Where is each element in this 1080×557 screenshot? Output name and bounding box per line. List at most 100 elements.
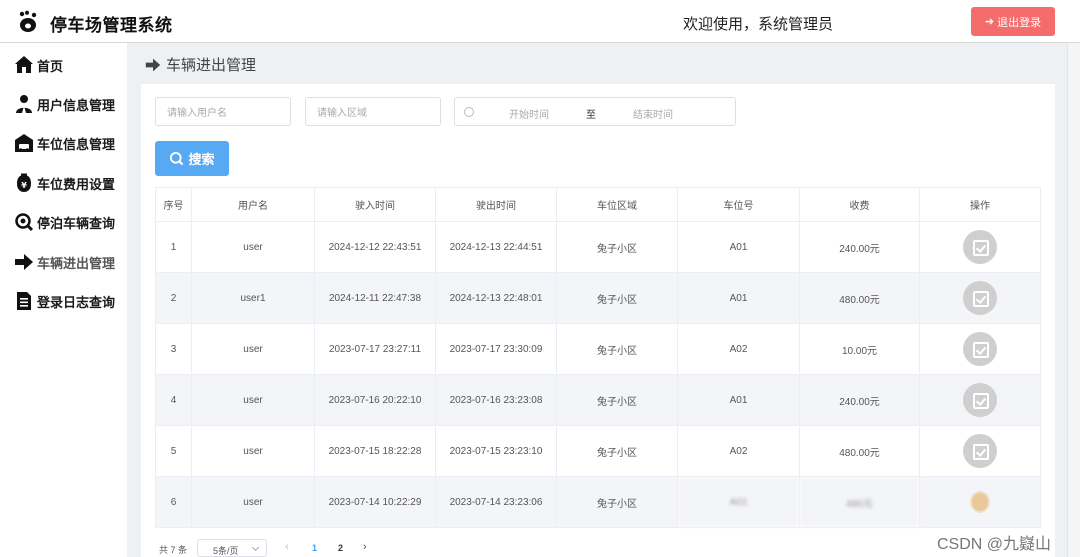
prev-page-icon[interactable]: ‹ bbox=[285, 541, 289, 553]
edit-icon[interactable] bbox=[963, 281, 997, 315]
column-header: 操作 bbox=[919, 187, 1041, 222]
table-row: 2 user1 2024-12-11 22:47:38 2024-12-13 2… bbox=[155, 272, 1041, 324]
fee-icon: ¥ bbox=[17, 173, 31, 192]
end-time-input[interactable]: 结束时间 bbox=[633, 106, 673, 121]
logout-button[interactable]: ➜ 退出登录 bbox=[971, 7, 1055, 36]
sidebar-item-label: 车位费用设置 bbox=[37, 176, 116, 192]
document-icon bbox=[17, 292, 31, 310]
cell-entry-time: 2023-07-14 10:22:29 bbox=[314, 476, 436, 528]
search-button-label: 搜索 bbox=[188, 152, 215, 167]
cell-entry-time: 2023-07-15 18:22:28 bbox=[314, 425, 436, 477]
cell-area: 兔子小区 bbox=[556, 425, 678, 477]
cell-fee: 240.00元 bbox=[799, 374, 920, 426]
logout-icon: ➜ bbox=[984, 16, 995, 28]
search-icon bbox=[15, 213, 34, 232]
cell-index: 2 bbox=[155, 272, 192, 324]
welcome-text: 欢迎使用，系统管理员 bbox=[683, 16, 834, 33]
sidebar-item-parked-vehicles[interactable]: 停泊车辆查询 bbox=[14, 210, 115, 234]
cell-exit-time: 2023-07-15 23:23:10 bbox=[435, 425, 557, 477]
cell-area: 兔子小区 bbox=[556, 272, 678, 324]
page-size-select[interactable]: 5条/页 bbox=[197, 539, 267, 557]
vertical-scrollbar[interactable] bbox=[1067, 43, 1080, 557]
page-number-2[interactable]: 2 bbox=[338, 543, 343, 553]
column-header: 驶入时间 bbox=[314, 187, 436, 222]
edit-icon[interactable] bbox=[963, 434, 997, 468]
column-header: 序号 bbox=[155, 187, 192, 222]
cell-action bbox=[919, 272, 1041, 324]
page-title-text: 车辆进出管理 bbox=[166, 57, 257, 74]
search-icon bbox=[170, 151, 184, 166]
sidebar-item-label: 用户信息管理 bbox=[37, 97, 116, 113]
cell-area: 兔子小区 bbox=[556, 476, 678, 528]
page-number-1[interactable]: 1 bbox=[312, 543, 317, 553]
cell-fee: 240.00元 bbox=[799, 221, 920, 273]
start-time-input[interactable]: 开始时间 bbox=[509, 106, 549, 121]
column-header: 驶出时间 bbox=[435, 187, 557, 222]
cell-action bbox=[919, 425, 1041, 477]
sidebar-item-label: 首页 bbox=[37, 58, 64, 74]
page-title: 车辆进出管理 bbox=[145, 54, 256, 75]
cell-username: user bbox=[191, 425, 315, 477]
table-row: 6 user 2023-07-14 10:22:29 2023-07-14 23… bbox=[155, 476, 1041, 528]
sidebar-item-label: 车辆进出管理 bbox=[37, 255, 116, 271]
sidebar-item-user-management[interactable]: 用户信息管理 bbox=[14, 92, 115, 116]
cell-spot: A02 bbox=[677, 425, 800, 477]
cell-index: 1 bbox=[155, 221, 192, 273]
cell-index: 3 bbox=[155, 323, 192, 375]
cell-entry-time: 2024-12-11 22:47:38 bbox=[314, 272, 436, 324]
edit-icon[interactable] bbox=[963, 383, 997, 417]
logo-icon bbox=[19, 10, 37, 32]
cell-action bbox=[919, 374, 1041, 426]
table-row: 1 user 2024-12-12 22:43:51 2024-12-13 22… bbox=[155, 221, 1041, 273]
table-row: 3 user 2023-07-17 23:27:11 2023-07-17 23… bbox=[155, 323, 1041, 375]
watermark: CSDN @九嶷山 bbox=[937, 536, 1052, 553]
date-range-picker[interactable]: 开始时间 至 结束时间 bbox=[454, 97, 736, 126]
sidebar-item-label: 车位信息管理 bbox=[37, 136, 116, 152]
cell-spot: A02 bbox=[677, 323, 800, 375]
edit-icon[interactable] bbox=[963, 230, 997, 264]
range-separator: 至 bbox=[586, 110, 596, 121]
cell-fee: 480.00元 bbox=[799, 425, 920, 477]
pagination-total: 共 7 条 bbox=[159, 545, 188, 555]
garage-icon bbox=[15, 134, 33, 152]
avatar[interactable] bbox=[970, 491, 990, 513]
svg-text:¥: ¥ bbox=[21, 181, 27, 190]
cell-username: user1 bbox=[191, 272, 315, 324]
user-icon bbox=[16, 95, 32, 113]
cell-action bbox=[919, 476, 1041, 528]
cell-username: user bbox=[191, 221, 315, 273]
cell-spot: A01 bbox=[677, 221, 800, 273]
cell-entry-time: 2023-07-16 20:22:10 bbox=[314, 374, 436, 426]
sidebar-item-fee-settings[interactable]: ¥ 车位费用设置 bbox=[14, 171, 115, 195]
cell-exit-time: 2023-07-16 23:23:08 bbox=[435, 374, 557, 426]
column-header: 用户名 bbox=[191, 187, 315, 222]
cell-area: 兔子小区 bbox=[556, 221, 678, 273]
cell-username: user bbox=[191, 374, 315, 426]
cell-exit-time: 2024-12-13 22:48:01 bbox=[435, 272, 557, 324]
edit-icon[interactable] bbox=[963, 332, 997, 366]
sidebar-item-home[interactable]: 首页 bbox=[14, 53, 63, 77]
top-header: 停车场管理系统 欢迎使用，系统管理员 ➜ 退出登录 bbox=[0, 0, 1080, 43]
arrow-right-icon bbox=[145, 58, 161, 71]
table-header-row: 序号 用户名 驶入时间 驶出时间 车位区域 车位号 收费 操作 bbox=[155, 187, 1041, 222]
next-page-icon[interactable]: › bbox=[363, 541, 367, 553]
column-header: 收费 bbox=[799, 187, 920, 222]
cell-index: 4 bbox=[155, 374, 192, 426]
sidebar-item-space-management[interactable]: 车位信息管理 bbox=[14, 131, 115, 155]
sidebar-item-vehicle-entry-exit[interactable]: 车辆进出管理 bbox=[14, 250, 115, 274]
cell-action bbox=[919, 323, 1041, 375]
cell-entry-time: 2023-07-17 23:27:11 bbox=[314, 323, 436, 375]
cell-spot: A01 bbox=[677, 272, 800, 324]
search-button[interactable]: 搜索 bbox=[155, 141, 229, 176]
cell-exit-time: 2023-07-14 23:23:06 bbox=[435, 476, 557, 528]
cell-spot: A01 bbox=[677, 374, 800, 426]
username-input[interactable]: 请输入用户名 bbox=[155, 97, 291, 126]
cell-username: user bbox=[191, 323, 315, 375]
column-header: 车位区域 bbox=[556, 187, 678, 222]
sidebar-item-login-log[interactable]: 登录日志查询 bbox=[14, 289, 115, 313]
area-input[interactable]: 请输入区域 bbox=[305, 97, 441, 126]
records-table: 序号 用户名 驶入时间 驶出时间 车位区域 车位号 收费 操作 1 user 2… bbox=[155, 187, 1041, 528]
app-title: 停车场管理系统 bbox=[50, 16, 173, 35]
table-row: 5 user 2023-07-15 18:22:28 2023-07-15 23… bbox=[155, 425, 1041, 477]
cell-exit-time: 2024-12-13 22:44:51 bbox=[435, 221, 557, 273]
